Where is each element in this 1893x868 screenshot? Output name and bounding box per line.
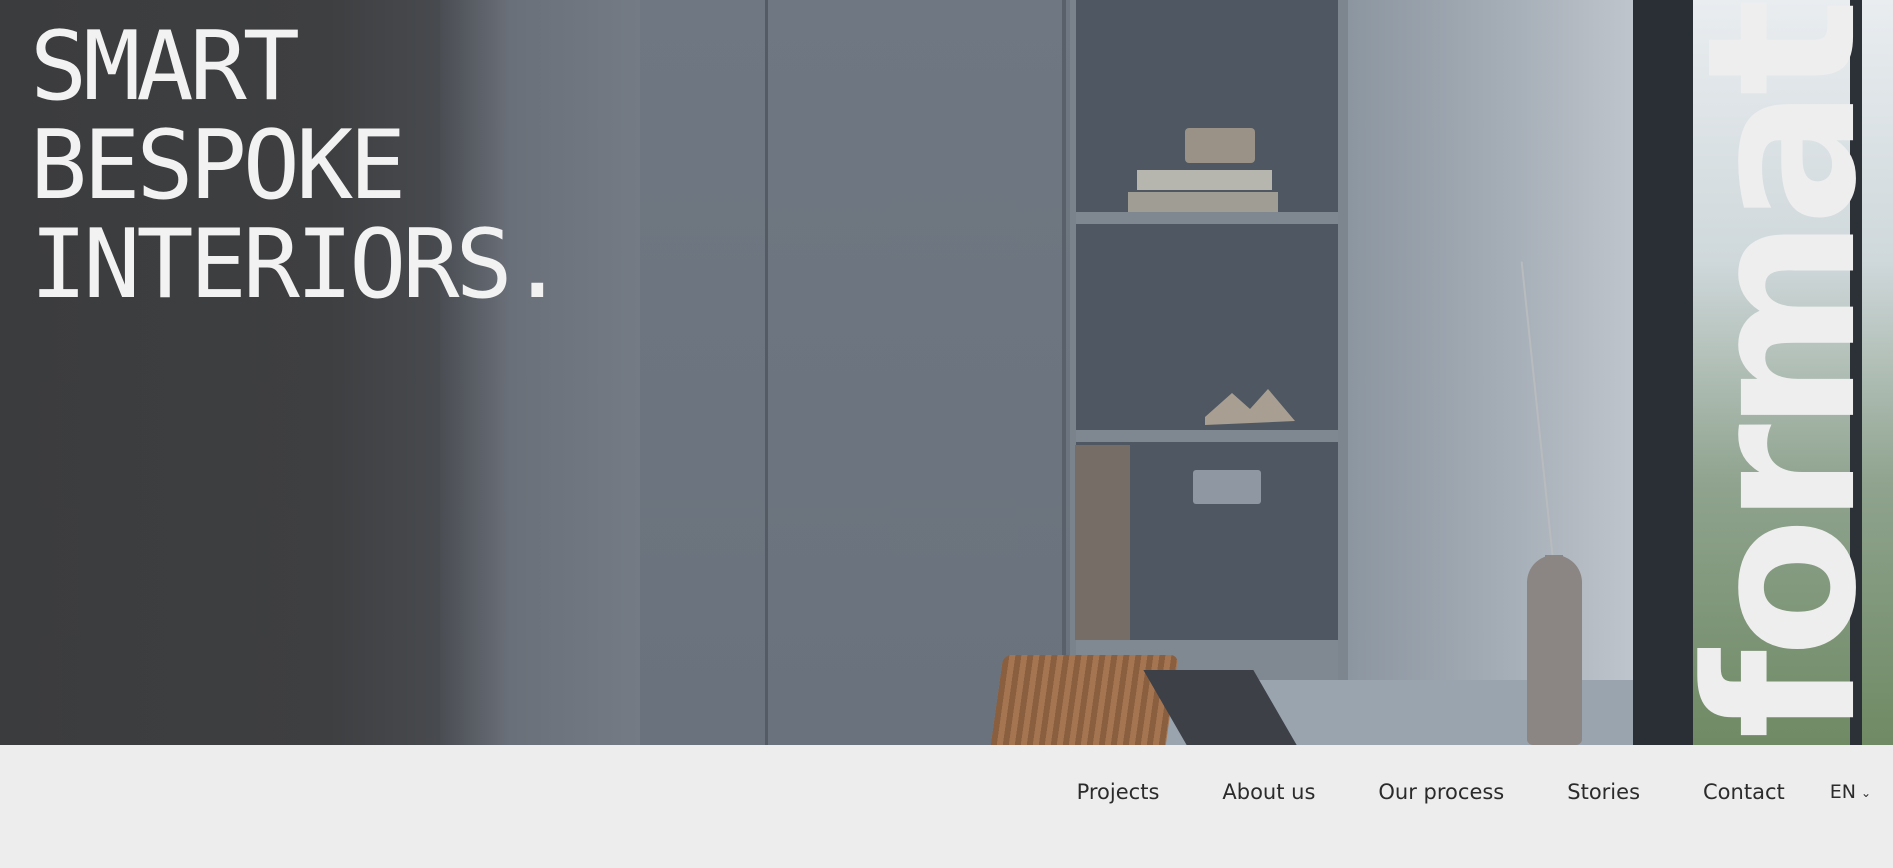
format-logo[interactable]: format — [1665, 5, 1893, 738]
hero-photo-cabinet-seam — [765, 0, 768, 745]
language-label: EN — [1829, 781, 1856, 803]
hero-image: SMART BESPOKE INTERIORS. format — [0, 0, 1893, 745]
nav-about-us[interactable]: About us — [1222, 780, 1315, 804]
hero-photo-chair — [986, 655, 1179, 745]
hero-photo-cabinet — [640, 0, 1070, 745]
hero-photo-box — [1185, 128, 1255, 163]
nav-stories[interactable]: Stories — [1567, 780, 1640, 804]
hero-photo-shelf — [1076, 430, 1338, 442]
hero-photo-recess — [1348, 0, 1633, 745]
logo-text: format — [1664, 5, 1893, 739]
hero-headline: SMART BESPOKE INTERIORS. — [30, 12, 566, 320]
hero-photo-cabinet-edge — [1062, 0, 1066, 745]
hero-photo-book — [1137, 170, 1272, 190]
headline-line: INTERIORS. — [30, 210, 566, 320]
hero-photo-outlet — [1193, 470, 1261, 504]
main-nav: Projects About us Our process Stories Co… — [1077, 778, 1871, 806]
hero-photo-shelf — [1076, 212, 1338, 224]
hero-photo-book — [1128, 192, 1278, 212]
nav-contact[interactable]: Contact — [1703, 780, 1785, 804]
hero-photo-books — [1075, 445, 1130, 640]
hero-photo-vase-neck — [1545, 555, 1563, 615]
nav-our-process[interactable]: Our process — [1378, 780, 1504, 804]
language-selector[interactable]: EN ⌄ — [1830, 781, 1871, 803]
nav-projects[interactable]: Projects — [1077, 780, 1160, 804]
headline-line: BESPOKE — [30, 111, 406, 221]
headline-line: SMART — [30, 12, 300, 122]
chevron-down-icon: ⌄ — [1860, 786, 1871, 800]
